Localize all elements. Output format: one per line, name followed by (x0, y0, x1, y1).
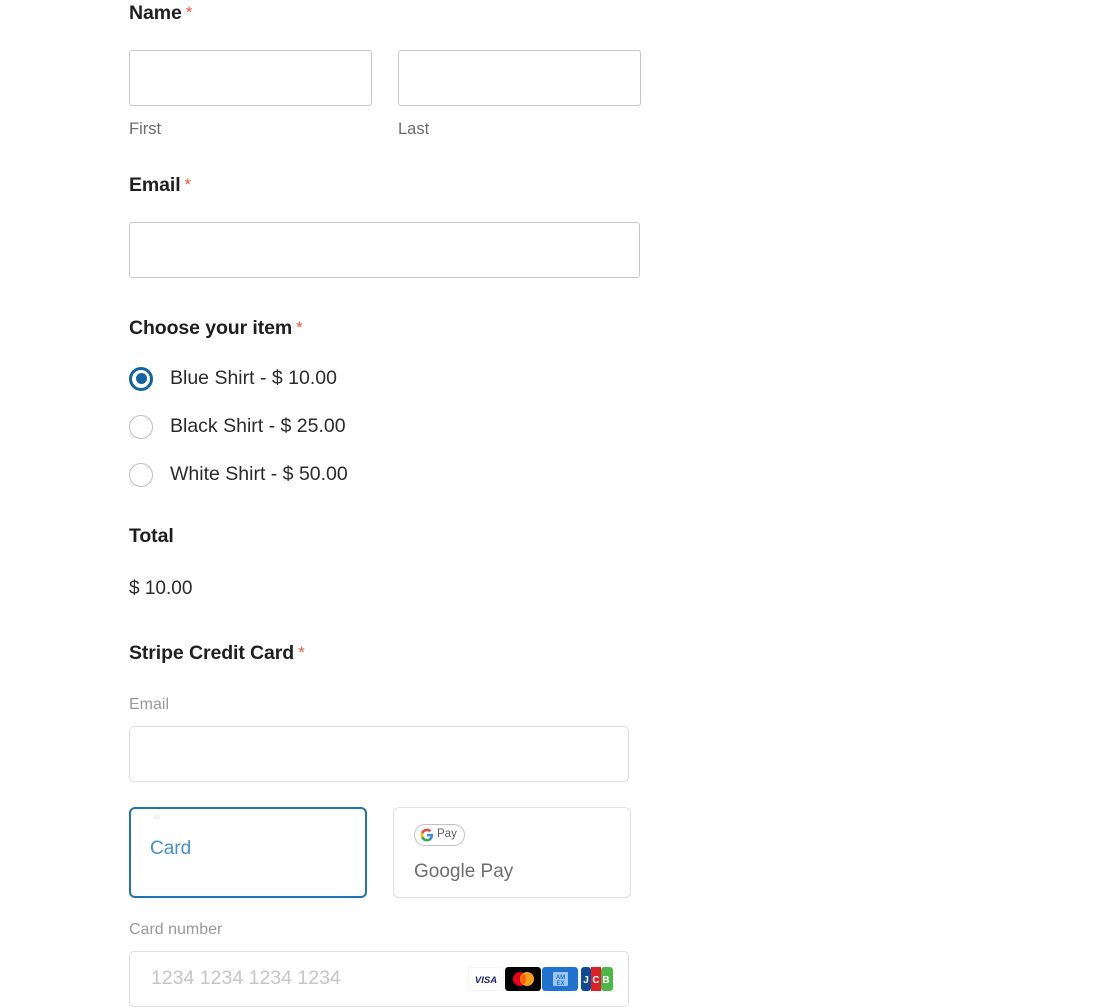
last-name-column: Last (398, 49, 641, 138)
stripe-credit-card-group: Stripe Credit Card * Email Card Pay Goog… (129, 642, 631, 1007)
google-pay-logo-text: Pay (437, 827, 457, 840)
name-field-group: Name * First Last (129, 2, 641, 138)
card-number-input[interactable] (151, 967, 441, 990)
radio-button-selected[interactable] (129, 366, 153, 391)
email-label: Email * (129, 174, 192, 196)
radio-option-black-shirt[interactable]: Black Shirt - $ 25.00 (129, 413, 348, 441)
payment-form-page: Name * First Last Email * Choose your item… (0, 0, 1116, 1007)
accepted-card-brands: VISA AM EX J C B (468, 966, 615, 991)
required-asterisk: * (184, 175, 192, 194)
amex-icon: AM EX (542, 966, 578, 991)
stripe-email-input[interactable] (129, 725, 629, 782)
radio-label: White Shirt - $ 50.00 (170, 462, 348, 485)
first-name-input[interactable] (129, 49, 372, 106)
last-name-input[interactable] (398, 49, 641, 106)
first-name-column: First (129, 49, 372, 138)
svg-text:J: J (583, 975, 589, 986)
payment-method-tab-card-label: Card (150, 837, 192, 859)
payment-method-tab-card[interactable]: Card (129, 806, 367, 898)
name-label: Name * (129, 2, 193, 24)
radio-button[interactable] (129, 462, 153, 487)
google-g-icon (420, 828, 434, 841)
choose-item-label: Choose your item * (129, 317, 303, 339)
payment-method-tab-google-pay[interactable]: Pay Google Pay (393, 806, 631, 898)
radio-option-white-shirt[interactable]: White Shirt - $ 50.00 (129, 461, 348, 489)
total-group: Total $ 10.00 (129, 525, 193, 599)
svg-text:EX: EX (556, 981, 564, 987)
svg-text:B: B (602, 975, 609, 986)
card-number-sublabel: Card number (129, 920, 223, 938)
google-pay-icon: Pay (414, 823, 465, 846)
jcb-icon: J C B (579, 966, 615, 991)
radio-button[interactable] (129, 414, 153, 439)
svg-text:C: C (592, 975, 599, 986)
email-field-group: Email * (129, 174, 640, 278)
total-value: $ 10.00 (129, 577, 193, 599)
payment-method-tabs: Card Pay Google Pay (129, 806, 631, 898)
email-input[interactable] (129, 221, 640, 278)
radio-option-blue-shirt[interactable]: Blue Shirt - $ 10.00 (129, 365, 348, 393)
visa-icon: VISA (468, 966, 504, 991)
radio-label: Black Shirt - $ 25.00 (170, 414, 346, 437)
payment-method-tab-google-pay-label: Google Pay (414, 860, 514, 882)
stripe-email-group: Email (129, 695, 631, 782)
svg-text:VISA: VISA (475, 975, 497, 986)
name-inputs-row: First Last (129, 49, 641, 138)
required-asterisk: * (296, 318, 303, 337)
choose-item-group: Choose your item * Blue Shirt - $ 10.00 B… (129, 317, 348, 489)
required-asterisk: * (298, 643, 305, 662)
card-number-group: Card number VISA (129, 920, 631, 1007)
radio-label: Blue Shirt - $ 10.00 (170, 366, 337, 389)
required-asterisk: * (185, 3, 193, 22)
card-number-field[interactable]: VISA AM EX (129, 950, 629, 1007)
stripe-credit-card-label: Stripe Credit Card * (129, 642, 305, 664)
first-name-sublabel: First (129, 119, 162, 138)
total-label: Total (129, 525, 174, 547)
mastercard-icon (505, 966, 541, 991)
stripe-email-sublabel: Email (129, 695, 170, 713)
last-name-sublabel: Last (398, 119, 430, 138)
